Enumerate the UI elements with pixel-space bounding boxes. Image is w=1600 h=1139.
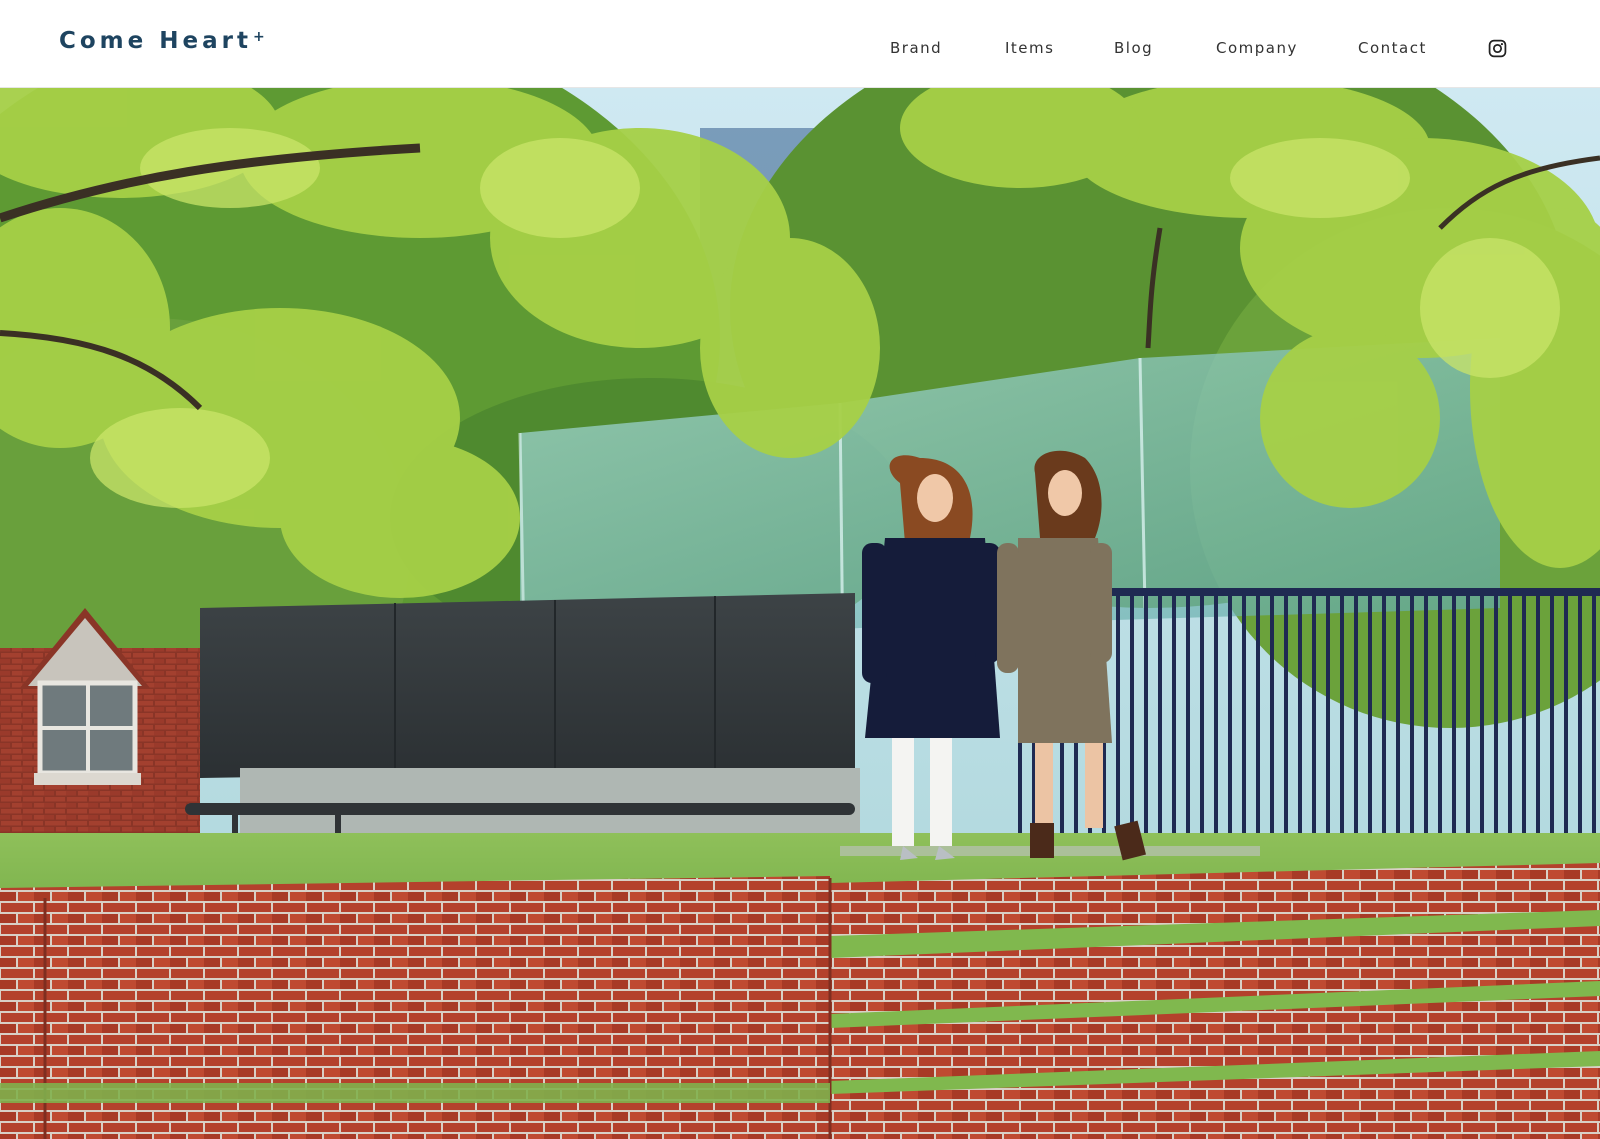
nav-company[interactable]: Company bbox=[1216, 36, 1298, 60]
site-header: Come Heart + Brand Items Blog Company Co… bbox=[0, 0, 1600, 88]
nav-blog[interactable]: Blog bbox=[1114, 36, 1153, 60]
main-nav: Brand Items Blog Company Contact bbox=[0, 36, 1600, 60]
nav-contact[interactable]: Contact bbox=[1358, 36, 1427, 60]
instagram-icon[interactable] bbox=[1488, 39, 1507, 58]
nav-items[interactable]: Items bbox=[1005, 36, 1054, 60]
hero-photo bbox=[0, 88, 1600, 1139]
nav-brand[interactable]: Brand bbox=[890, 36, 942, 60]
